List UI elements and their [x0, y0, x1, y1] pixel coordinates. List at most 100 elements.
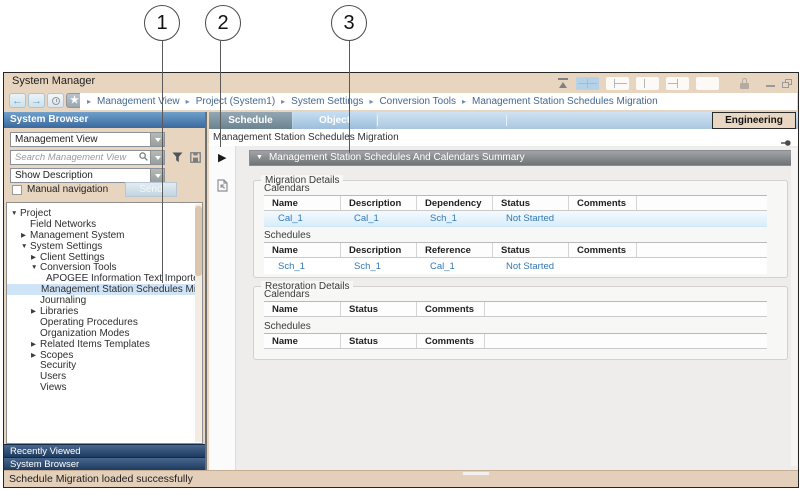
table-row-filler [636, 211, 767, 226]
tree-item-label: Scopes [40, 350, 73, 361]
column-header[interactable]: Name [264, 334, 340, 348]
display-selector-value: Show Description [11, 170, 150, 181]
tree-item-label: Related Items Templates [40, 339, 150, 350]
column-header[interactable]: Status [340, 334, 416, 348]
layout-left-stack-icon[interactable] [606, 77, 629, 90]
tree-item[interactable]: Field Networks [7, 219, 202, 230]
manual-navigation-checkbox[interactable] [12, 185, 22, 195]
column-header[interactable]: Comments [416, 334, 484, 348]
minimize-icon[interactable] [766, 85, 775, 87]
chevron-down-icon[interactable]: ▼ [256, 151, 263, 165]
chevron-right-icon[interactable]: ▶ [31, 340, 40, 348]
column-header[interactable]: Name [264, 243, 340, 257]
layout-single-icon[interactable] [696, 77, 719, 90]
column-header[interactable]: Description [340, 196, 416, 210]
table-row[interactable]: Sch_1Sch_1Cal_1Not Started [264, 258, 767, 274]
tab-schedule-migration[interactable]: Schedule Migration [209, 112, 292, 129]
tab-bar: Schedule Migration Object Configurator E… [209, 112, 798, 129]
history-button[interactable] [47, 93, 64, 108]
tree-item[interactable]: Organization Modes [7, 328, 202, 339]
callout-3-label: 3 [343, 12, 354, 35]
tree-item[interactable]: Journaling [7, 295, 202, 306]
column-header[interactable]: Comments [568, 243, 636, 257]
restore-icon[interactable] [782, 79, 792, 88]
restoration-calendars-label: Calendars [264, 289, 310, 300]
chevron-right-icon[interactable]: ▶ [21, 231, 30, 239]
system-browser-bar[interactable]: System Browser [4, 457, 205, 470]
breadcrumb-item[interactable]: System Settings [291, 96, 363, 107]
tree-item[interactable]: ▶Management System [7, 230, 202, 241]
layout-quad-icon[interactable] [666, 77, 689, 90]
column-header[interactable]: Comments [568, 196, 636, 210]
column-header[interactable]: Status [340, 302, 416, 316]
work-area-scrollbar[interactable] [791, 148, 797, 466]
callout-2-label: 2 [217, 12, 228, 35]
search-input[interactable] [11, 152, 139, 163]
forward-button[interactable]: → [28, 93, 45, 108]
table-header-filler [484, 334, 767, 348]
tree-item[interactable]: ▶Libraries [7, 306, 202, 317]
tree-item-label: Organization Modes [40, 328, 130, 339]
lock-icon [740, 78, 749, 89]
breadcrumb-item[interactable]: Management View [97, 96, 180, 107]
view-selector[interactable]: Management View [10, 132, 165, 147]
table-header-row: NameStatusComments [264, 333, 767, 349]
splitter-handle[interactable] [462, 471, 490, 476]
column-header[interactable]: Status [492, 243, 568, 257]
tree-item[interactable]: APOGEE Information Text Importer [7, 273, 202, 284]
column-header[interactable]: Description [340, 243, 416, 257]
tree-item[interactable]: ▼Conversion Tools [7, 262, 202, 273]
collapse-panels-icon[interactable] [557, 78, 569, 89]
pin-icon[interactable] [781, 134, 791, 142]
tree-item[interactable]: ▼System Settings [7, 241, 202, 252]
breadcrumb-item[interactable]: Project (System1) [196, 96, 275, 107]
tree-item[interactable]: Operating Procedures [7, 317, 202, 328]
layout-two-pane-icon[interactable] [636, 77, 659, 90]
search-field[interactable] [10, 150, 165, 165]
tree-item-label: Operating Procedures [40, 317, 138, 328]
chevron-down-icon[interactable]: ▼ [11, 210, 20, 217]
back-button[interactable]: ← [9, 93, 26, 108]
column-header[interactable]: Dependency [416, 196, 492, 210]
tree-item[interactable]: ▶Scopes [7, 350, 202, 361]
tree-item[interactable]: Views [7, 382, 202, 393]
titlebar: System Manager [4, 73, 798, 91]
tree-item[interactable]: Users [7, 371, 202, 382]
summary-header-bar[interactable]: ▼ Management Station Schedules And Calen… [249, 150, 794, 166]
tree-item[interactable]: ▶Related Items Templates [7, 339, 202, 350]
tab-object-configurator[interactable]: Object Configurator [293, 112, 376, 129]
chevron-right-icon[interactable]: ▶ [31, 307, 40, 315]
breadcrumb-item[interactable]: Conversion Tools [379, 96, 456, 107]
callout-1-label: 1 [156, 12, 167, 35]
tree-item[interactable]: Management Station Schedules Migration [7, 284, 202, 295]
tree-scrollbar[interactable] [195, 204, 202, 442]
column-header[interactable]: Name [264, 302, 340, 316]
tree-item[interactable]: Security [7, 360, 202, 371]
table-row[interactable]: Cal_1Cal_1Sch_1Not Started [264, 211, 767, 227]
chevron-right-icon[interactable]: ▶ [31, 253, 40, 261]
chevron-right-icon[interactable]: ▶ [31, 351, 40, 359]
chevron-down-icon[interactable]: ▼ [21, 243, 30, 250]
column-header[interactable]: Comments [416, 302, 484, 316]
export-report-icon[interactable] [216, 179, 229, 197]
send-button[interactable]: Send [125, 182, 177, 197]
migration-schedules-label: Schedules [264, 230, 311, 241]
recently-viewed-bar[interactable]: Recently Viewed [4, 444, 205, 457]
breadcrumb-separator-icon: ▸ [87, 97, 91, 106]
breadcrumb-item[interactable]: Management Station Schedules Migration [472, 96, 658, 107]
tree-scrollbar-thumb[interactable] [195, 206, 202, 276]
toolbar: ← → ★ ▸Management View▸Project (System1)… [4, 91, 798, 112]
column-header[interactable]: Status [492, 196, 568, 210]
engineering-mode-tab[interactable]: Engineering [712, 112, 796, 129]
display-selector[interactable]: Show Description [10, 168, 165, 183]
chevron-down-icon[interactable]: ▼ [31, 264, 40, 271]
save-icon[interactable] [190, 150, 201, 168]
layout-grid-icon[interactable] [576, 77, 599, 90]
column-header[interactable]: Reference [416, 243, 492, 257]
filter-icon[interactable] [172, 150, 183, 168]
run-migration-icon[interactable]: ▶ [218, 153, 226, 164]
tree-item[interactable]: ▼Project [7, 208, 202, 219]
table-cell: Cal_1 [340, 213, 416, 224]
column-header[interactable]: Name [264, 196, 340, 210]
tree-item[interactable]: ▶Client Settings [7, 252, 202, 263]
